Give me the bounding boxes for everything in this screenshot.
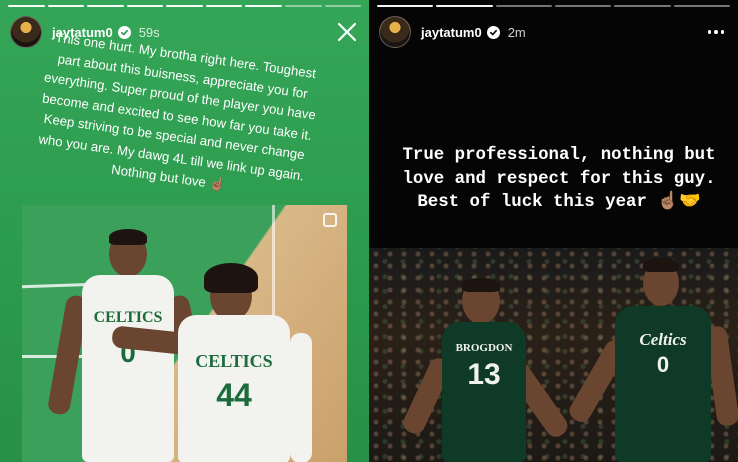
progress-segment [377,5,434,7]
story-progress-bar [377,5,730,7]
progress-segment [284,5,322,7]
progress-segment [126,5,164,7]
player-williams: CELTICS 44 [111,263,312,462]
progress-segment [673,5,730,7]
jersey-name: CELTICS [195,351,273,371]
player-brogdon: BROGDON 13 [400,278,572,462]
story-progress-bar [8,5,362,7]
story-photo: CELTICS 0 CELTICS 44 [22,205,347,462]
jersey-name: CELTICS [93,309,163,326]
avatar[interactable] [379,16,411,48]
progress-segment [8,5,45,7]
progress-segment [205,5,243,7]
story-timestamp: 59s [138,24,160,40]
more-horizontal-icon[interactable] [704,20,728,44]
story-caption: This one hurt. My brotha right here. Tou… [37,29,317,193]
progress-segment [47,5,85,7]
progress-segment [554,5,612,7]
jersey-number: 13 [467,358,501,391]
jersey-name: BROGDON [455,342,513,354]
progress-segment [87,5,124,7]
progress-segment [245,5,282,7]
bookmark-icon[interactable] [323,213,337,227]
story-right[interactable]: jaytatum0 2m True professional, nothing … [369,0,738,462]
close-icon[interactable] [335,20,359,44]
player-tatum: Celtics 0 [565,256,738,462]
jersey-number: 44 [216,377,252,413]
progress-segment [614,5,671,7]
story-photo: BROGDON 13 Celtics 0 [369,248,738,462]
progress-segment [324,5,362,7]
verified-badge-icon [486,25,500,39]
jersey-name: Celtics [639,330,687,349]
story-caption: True professional, nothing but love and … [402,146,716,212]
progress-segment [166,5,203,7]
story-left[interactable]: jaytatum0 59s This one hurt. My brotha r… [0,0,369,462]
jersey-number: 0 [656,352,670,377]
avatar[interactable] [10,16,42,48]
progress-segment [495,5,552,7]
progress-segment [436,5,493,7]
story-header: jaytatum0 2m [379,14,728,50]
username[interactable]: jaytatum0 [421,25,482,40]
story-timestamp: 2m [507,24,526,40]
